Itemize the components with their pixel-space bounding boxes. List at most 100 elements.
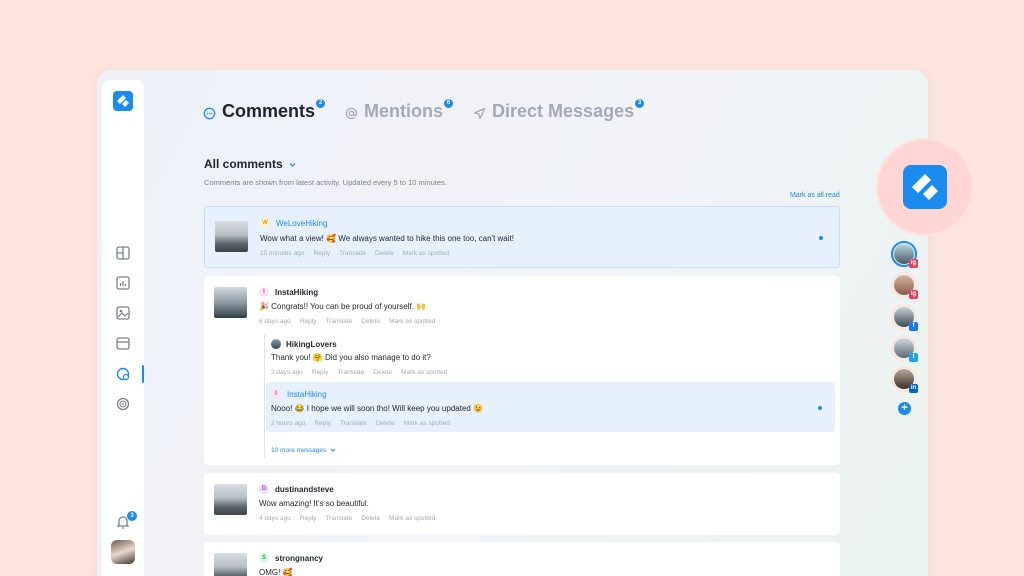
reply-button[interactable]: Reply: [312, 369, 329, 376]
translate-button[interactable]: Translate: [325, 318, 352, 325]
at-icon: [345, 107, 358, 120]
reply-text: Nooo! 😂 I hope we will soon tho! Will ke…: [271, 404, 484, 413]
comment-text: OMG! 🥰: [259, 568, 293, 576]
engage-icon[interactable]: [115, 366, 131, 382]
instagram-icon: ig: [909, 290, 918, 299]
author-name[interactable]: HikingLovers: [286, 340, 337, 349]
more-messages-label: 10 more messages: [271, 446, 327, 454]
account-avatar[interactable]: in: [891, 366, 918, 393]
comment-text: Wow amazing! It's so beautiful.: [259, 499, 369, 508]
brand-logo-badge: [876, 138, 974, 236]
tab-comments[interactable]: Comments 2: [203, 99, 326, 122]
author-name[interactable]: dustinandsteve: [275, 485, 334, 494]
comment-card[interactable]: S strongnancy OMG! 🥰: [204, 542, 840, 576]
facebook-icon: f: [909, 322, 918, 331]
tab-label: Direct Messages: [492, 101, 635, 121]
author-initial: W: [260, 218, 270, 228]
tab-direct-messages[interactable]: Direct Messages 3: [473, 99, 645, 122]
post-thumbnail[interactable]: [214, 287, 247, 318]
post-thumbnail[interactable]: [214, 484, 247, 515]
analytics-icon[interactable]: [115, 275, 131, 291]
comment-actions: 6 days ago Reply Translate Delete Mark a…: [259, 318, 444, 325]
comment-card[interactable]: W WeLoveHiking Wow what a view! 🥰 We alw…: [204, 206, 840, 268]
app-logo-icon[interactable]: [113, 91, 133, 111]
translate-button[interactable]: Translate: [325, 515, 352, 522]
mark-all-read-link[interactable]: Mark as all read: [790, 192, 840, 199]
author-initial: S: [259, 553, 269, 563]
reply-time: 2 hours ago: [271, 420, 306, 427]
reply-button[interactable]: Reply: [314, 420, 331, 427]
chevron-down-icon: [330, 448, 336, 452]
comment-card[interactable]: I InstaHiking 🎉 Congrats!! You can be pr…: [204, 276, 840, 465]
account-avatar[interactable]: t: [891, 335, 918, 362]
author-initial: I: [259, 287, 269, 297]
mark-spotted-button[interactable]: Mark as spotted: [403, 250, 449, 257]
sidebar: 3: [102, 80, 144, 576]
chevron-down-icon: [289, 162, 296, 167]
tab-label: Comments: [222, 101, 316, 121]
post-thumbnail[interactable]: [214, 553, 247, 576]
reply-button[interactable]: Reply: [313, 250, 330, 257]
twitter-icon: t: [909, 353, 918, 362]
listening-icon[interactable]: [115, 396, 131, 412]
notification-badge: 3: [127, 511, 137, 521]
author-name[interactable]: strongnancy: [275, 554, 323, 563]
info-text: Comments are shown from latest activity.…: [204, 178, 447, 187]
tab-bar: Comments 2 Mentions 6 Direct Messages 3: [203, 99, 664, 122]
tab-label: Mentions: [364, 101, 444, 121]
mark-spotted-button[interactable]: Mark as spotted: [389, 318, 435, 325]
delete-button[interactable]: Delete: [361, 515, 380, 522]
tab-badge: 6: [444, 99, 454, 108]
post-thumbnail[interactable]: [215, 221, 248, 252]
mark-spotted-button[interactable]: Mark as spotted: [389, 515, 435, 522]
account-avatar[interactable]: ig: [891, 241, 918, 268]
comment-actions: 15 minutes ago Reply Translate Delete Ma…: [260, 250, 458, 257]
tab-badge: 2: [316, 99, 326, 108]
author-name[interactable]: InstaHiking: [275, 288, 318, 297]
comment-author-row: S strongnancy: [259, 553, 323, 563]
reply-author-row: I InstaHiking: [271, 389, 327, 399]
more-messages-link[interactable]: 10 more messages: [271, 446, 337, 454]
delete-button[interactable]: Delete: [373, 369, 392, 376]
media-icon[interactable]: [115, 305, 131, 321]
reply-button[interactable]: Reply: [300, 515, 317, 522]
delete-button[interactable]: Delete: [376, 420, 395, 427]
delete-button[interactable]: Delete: [375, 250, 394, 257]
unread-dot: [818, 406, 822, 410]
unread-dot: [819, 236, 823, 240]
reply-avatar: [271, 339, 281, 349]
add-account-button[interactable]: +: [898, 402, 911, 415]
reply-time: 2 days ago: [271, 369, 303, 376]
filter-label: All comments: [204, 157, 283, 171]
author-initial: D: [259, 484, 269, 494]
comment-text: Wow what a view! 🥰 We always wanted to h…: [260, 234, 514, 243]
translate-button[interactable]: Translate: [340, 420, 367, 427]
translate-button[interactable]: Translate: [337, 369, 364, 376]
dashboard-icon[interactable]: [115, 245, 131, 261]
delete-button[interactable]: Delete: [361, 318, 380, 325]
mark-spotted-button[interactable]: Mark as spotted: [404, 420, 450, 427]
calendar-icon[interactable]: [115, 335, 131, 351]
comment-time: 15 minutes ago: [260, 250, 305, 257]
comment-time: 4 days ago: [259, 515, 291, 522]
user-avatar[interactable]: [111, 540, 135, 564]
author-name[interactable]: WeLoveHiking: [276, 219, 327, 228]
mark-spotted-button[interactable]: Mark as spotted: [401, 369, 447, 376]
app-logo-icon: [903, 165, 947, 209]
reply-actions: 2 days ago Reply Translate Delete Mark a…: [271, 369, 456, 376]
reply-actions: 2 hours ago Reply Translate Delete Mark …: [271, 420, 459, 427]
account-avatar[interactable]: ig: [891, 272, 918, 299]
comment-author-row: D dustinandsteve: [259, 484, 334, 494]
comment-author-row: I InstaHiking: [259, 287, 318, 297]
translate-button[interactable]: Translate: [339, 250, 366, 257]
comments-filter[interactable]: All comments: [204, 157, 297, 171]
account-avatar[interactable]: f: [891, 304, 918, 331]
author-name[interactable]: InstaHiking: [287, 390, 327, 399]
comment-card[interactable]: D dustinandsteve Wow amazing! It's so be…: [204, 473, 840, 535]
comment-time: 6 days ago: [259, 318, 291, 325]
comment-text: 🎉 Congrats!! You can be proud of yoursel…: [259, 302, 427, 311]
tab-mentions[interactable]: Mentions 6: [345, 99, 454, 122]
reply-button[interactable]: Reply: [300, 318, 317, 325]
comment-author-row: W WeLoveHiking: [260, 218, 327, 228]
reply-text: Thank you! 🤗 Did you also manage to do i…: [271, 353, 431, 362]
